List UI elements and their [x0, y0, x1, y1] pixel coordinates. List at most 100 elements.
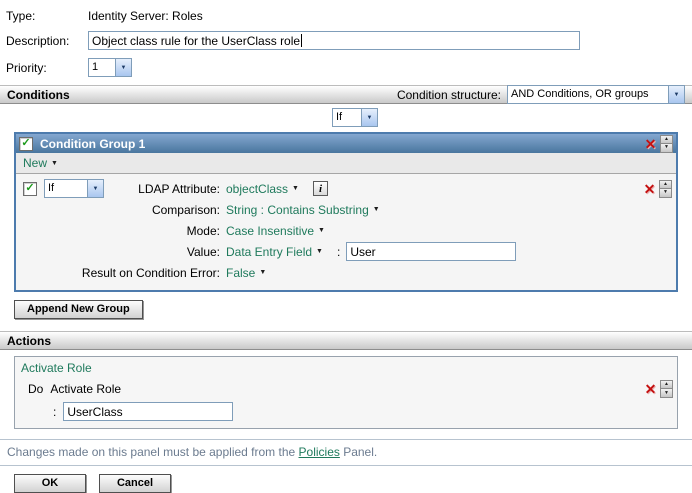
comparison-label-cell: Comparison: — [20, 203, 220, 217]
note-text-suffix: Panel. — [339, 445, 378, 459]
condition-if-select[interactable]: If ▼ — [44, 179, 104, 198]
text-cursor — [301, 34, 303, 47]
description-row: Description: Object class rule for the U… — [0, 27, 692, 54]
type-value: Identity Server: Roles — [88, 9, 203, 23]
value-label-cell: Value: — [20, 245, 220, 259]
move-up-icon[interactable]: ▲ — [660, 380, 673, 389]
action-group-header: Activate Role — [15, 357, 677, 378]
error-result-select[interactable]: False — [226, 266, 255, 280]
condition-row-attribute: ✓ If ▼ LDAP Attribute: objectClass ▼ i ✕ — [20, 178, 672, 199]
condition-structure-label: Condition structure: — [396, 87, 501, 102]
action-value-row: : — [15, 400, 677, 421]
append-new-group-button[interactable]: Append New Group — [14, 300, 143, 319]
condition-reorder-spinner: ▲ ▼ — [659, 179, 672, 198]
action-name: Activate Role — [50, 382, 122, 396]
error-label-cell: Result on Condition Error: — [20, 266, 220, 280]
select-arrow-icon: ▼ — [668, 86, 684, 103]
condition-row-right: objectClass ▼ i ✕ ▲ ▼ — [220, 179, 672, 198]
role-value-input[interactable] — [63, 402, 234, 421]
policies-link[interactable]: Policies — [299, 445, 340, 459]
delete-condition-icon[interactable]: ✕ — [642, 182, 657, 196]
condition-group-title: Condition Group 1 — [40, 136, 146, 151]
select-arrow-icon: ▼ — [115, 59, 131, 76]
value-value-cell: Data Entry Field ▼ : — [220, 242, 672, 261]
mode-label: Mode: — [186, 223, 220, 238]
condition-controls: ✕ ▲ ▼ — [642, 179, 672, 198]
priority-select[interactable]: 1 ▼ — [88, 58, 132, 77]
move-down-icon[interactable]: ▼ — [660, 389, 673, 398]
dropdown-caret-icon: ▼ — [372, 206, 380, 213]
condition-row-value: Value: Data Entry Field ▼ : — [20, 241, 672, 262]
mode-label-cell: Mode: — [20, 224, 220, 238]
condition-body: ✓ If ▼ LDAP Attribute: objectClass ▼ i ✕ — [16, 174, 676, 290]
select-arrow-icon: ▼ — [87, 180, 103, 197]
group-conjunction-row: If ▼ — [0, 104, 692, 132]
new-menu-label: New — [23, 156, 48, 170]
action-reorder-spinner: ▲ ▼ — [660, 380, 673, 398]
description-text: Object class rule for the UserClass role — [92, 33, 301, 48]
ldap-attribute-label: LDAP Attribute: — [138, 181, 220, 196]
condition-group-checkbox[interactable]: ✓ — [19, 136, 33, 151]
footer-note: Changes made on this panel must be appli… — [0, 439, 692, 466]
info-icon[interactable]: i — [312, 181, 328, 196]
check-icon: ✓ — [25, 182, 35, 194]
conditions-title: Conditions — [7, 87, 70, 102]
move-up-icon[interactable]: ▲ — [660, 134, 673, 144]
condition-structure: Condition structure: AND Conditions, OR … — [397, 85, 685, 104]
condition-row-mode: Mode: Case Insensitive ▼ — [20, 220, 672, 241]
dropdown-caret-icon: ▼ — [51, 159, 58, 167]
delete-group-icon[interactable]: ✕ — [643, 137, 658, 151]
condition-group-controls: ✕ ▲ ▼ — [643, 134, 673, 153]
policy-rule-editor: Type: Identity Server: Roles Description… — [0, 0, 692, 493]
dropdown-caret-icon: ▼ — [292, 185, 299, 192]
move-up-icon[interactable]: ▲ — [659, 179, 672, 189]
error-label: Result on Condition Error: — [81, 265, 220, 280]
conditions-section-header: Conditions Condition structure: AND Cond… — [0, 85, 692, 104]
condition-row-left: ✓ If ▼ LDAP Attribute: — [20, 179, 220, 198]
cancel-button[interactable]: Cancel — [99, 474, 171, 493]
move-down-icon[interactable]: ▼ — [659, 188, 672, 198]
comparison-value-cell: String : Contains Substring ▼ — [220, 203, 672, 217]
condition-structure-select[interactable]: AND Conditions, OR groups ▼ — [507, 85, 685, 104]
condition-structure-value: AND Conditions, OR groups — [511, 88, 649, 100]
condition-group-header: ✓ Condition Group 1 ✕ ▲ ▼ — [16, 134, 676, 153]
condition-row-error: Result on Condition Error: False ▼ — [20, 262, 672, 283]
group-conjunction-select[interactable]: If ▼ — [332, 108, 378, 127]
dropdown-caret-icon: ▼ — [259, 269, 267, 276]
condition-value-input[interactable] — [346, 242, 517, 261]
value-separator: : — [336, 244, 341, 259]
error-value-cell: False ▼ — [220, 266, 672, 280]
move-down-icon[interactable]: ▼ — [660, 143, 673, 153]
do-label: Do — [28, 382, 44, 396]
comparison-label: Comparison: — [151, 202, 220, 217]
type-row: Type: Identity Server: Roles — [0, 0, 692, 27]
dropdown-caret-icon: ▼ — [318, 227, 325, 234]
ok-button[interactable]: OK — [14, 474, 86, 493]
mode-select[interactable]: Case Insensitive — [226, 224, 314, 238]
ldap-attribute-select[interactable]: objectClass — [226, 182, 288, 196]
type-label: Type: — [6, 9, 36, 23]
condition-group: ✓ Condition Group 1 ✕ ▲ ▼ New ▼ ✓ If ▼ L… — [14, 132, 678, 292]
group-reorder-spinner: ▲ ▼ — [660, 134, 673, 153]
select-arrow-icon: ▼ — [361, 109, 377, 126]
priority-row: Priority: 1 ▼ — [0, 54, 692, 81]
activate-role-link[interactable]: Activate Role — [21, 361, 92, 375]
description-input[interactable]: Object class rule for the UserClass role — [88, 31, 580, 50]
value-label: Value: — [186, 244, 220, 259]
comparison-select[interactable]: String : Contains Substring — [226, 203, 369, 217]
condition-checkbox[interactable]: ✓ — [23, 181, 37, 196]
actions-title: Actions — [7, 333, 52, 348]
delete-action-icon[interactable]: ✕ — [643, 382, 658, 396]
actions-section-header: Actions — [0, 331, 692, 350]
action-group: Activate Role Do Activate Role ✕ ▲ ▼ : — [14, 356, 678, 429]
mode-value-cell: Case Insensitive ▼ — [220, 224, 672, 238]
description-label: Description: — [6, 33, 70, 48]
priority-value: 1 — [92, 61, 99, 73]
check-icon: ✓ — [21, 137, 31, 149]
footer-buttons: OK Cancel — [0, 466, 692, 493]
group-conjunction-value: If — [336, 111, 343, 123]
value-source-select[interactable]: Data Entry Field — [226, 245, 312, 259]
new-menu[interactable]: New ▼ — [16, 153, 676, 174]
condition-if-value: If — [48, 182, 55, 194]
priority-label: Priority: — [6, 60, 47, 75]
